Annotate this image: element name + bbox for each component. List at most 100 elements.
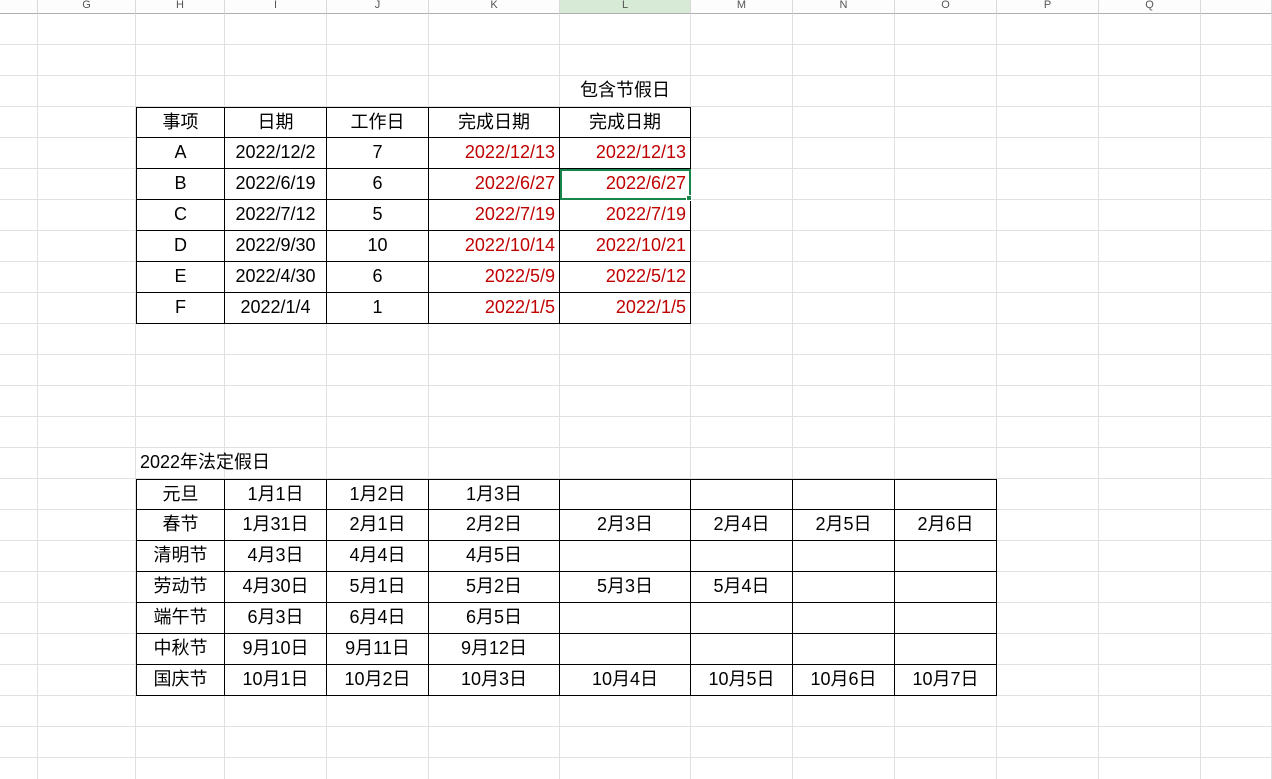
cell[interactable] [1201, 324, 1272, 355]
cell[interactable] [691, 293, 793, 324]
cell[interactable] [997, 541, 1099, 572]
cell[interactable] [429, 448, 560, 479]
cell[interactable] [1099, 355, 1201, 386]
cell[interactable] [1201, 479, 1272, 510]
holiday-date[interactable]: 2月5日 [793, 510, 895, 541]
cell[interactable] [1201, 262, 1272, 293]
cell[interactable] [1201, 572, 1272, 603]
holiday-date[interactable]: 1月3日 [429, 479, 560, 510]
cell[interactable] [38, 448, 136, 479]
cell[interactable] [793, 417, 895, 448]
holiday-date[interactable]: 2月3日 [560, 510, 691, 541]
holiday-date[interactable] [691, 541, 793, 572]
cell[interactable] [895, 448, 997, 479]
tasks-header-item[interactable]: 事项 [136, 107, 225, 138]
cell[interactable] [997, 634, 1099, 665]
cell[interactable] [691, 107, 793, 138]
cell[interactable] [225, 696, 327, 727]
holiday-date[interactable] [560, 603, 691, 634]
cell[interactable] [997, 14, 1099, 45]
cell[interactable] [1099, 541, 1201, 572]
cell[interactable] [793, 45, 895, 76]
cell[interactable] [997, 324, 1099, 355]
task-date[interactable]: 2022/6/19 [225, 169, 327, 200]
task-date[interactable]: 2022/9/30 [225, 231, 327, 262]
cell[interactable] [1099, 76, 1201, 107]
cell[interactable] [691, 200, 793, 231]
cell[interactable] [0, 665, 38, 696]
holiday-date[interactable] [895, 572, 997, 603]
task-complete[interactable]: 2022/12/13 [429, 138, 560, 169]
holiday-date[interactable]: 5月4日 [691, 572, 793, 603]
cell[interactable] [136, 386, 225, 417]
holidays-title[interactable]: 2022年法定假日 [136, 448, 225, 479]
cell[interactable] [0, 76, 38, 107]
col-header-O[interactable]: O [895, 0, 997, 14]
tasks-header-complete[interactable]: 完成日期 [429, 107, 560, 138]
cell[interactable] [997, 386, 1099, 417]
cell[interactable] [997, 603, 1099, 634]
cell[interactable] [895, 45, 997, 76]
cell[interactable] [327, 14, 429, 45]
cell[interactable] [997, 758, 1099, 779]
holiday-date[interactable]: 2月6日 [895, 510, 997, 541]
cell[interactable] [997, 293, 1099, 324]
cell[interactable] [895, 417, 997, 448]
cell[interactable] [0, 45, 38, 76]
cell[interactable] [327, 386, 429, 417]
task-date[interactable]: 2022/7/12 [225, 200, 327, 231]
cell[interactable] [1099, 603, 1201, 634]
cell[interactable] [0, 293, 38, 324]
cell[interactable] [1099, 417, 1201, 448]
cell[interactable] [38, 510, 136, 541]
cell[interactable] [0, 727, 38, 758]
cell[interactable] [0, 479, 38, 510]
cell[interactable] [136, 696, 225, 727]
holiday-date[interactable]: 6月3日 [225, 603, 327, 634]
holiday-date[interactable] [793, 572, 895, 603]
col-header-M[interactable]: M [691, 0, 793, 14]
task-date[interactable]: 2022/12/2 [225, 138, 327, 169]
cell[interactable] [1099, 231, 1201, 262]
cell[interactable] [0, 138, 38, 169]
holiday-date[interactable]: 4月5日 [429, 541, 560, 572]
cell[interactable] [0, 603, 38, 634]
cell[interactable] [38, 262, 136, 293]
cell[interactable] [429, 14, 560, 45]
holiday-date[interactable]: 2月2日 [429, 510, 560, 541]
cell[interactable] [136, 76, 225, 107]
cell[interactable] [0, 634, 38, 665]
spreadsheet-grid[interactable]: G H I J K L M N O P Q 包含节假日事项日期工作日完成日期完成… [0, 0, 1272, 779]
cell[interactable] [0, 355, 38, 386]
cell[interactable] [997, 45, 1099, 76]
cell[interactable] [327, 758, 429, 779]
cell[interactable] [38, 541, 136, 572]
col-header-K[interactable]: K [429, 0, 560, 14]
cell[interactable] [429, 324, 560, 355]
holiday-name[interactable]: 元旦 [136, 479, 225, 510]
cell[interactable] [997, 572, 1099, 603]
tasks-header-workdays[interactable]: 工作日 [327, 107, 429, 138]
cell[interactable] [997, 448, 1099, 479]
cell[interactable] [0, 200, 38, 231]
cell[interactable] [1201, 417, 1272, 448]
cell[interactable] [38, 696, 136, 727]
cell[interactable] [136, 355, 225, 386]
cell[interactable] [327, 45, 429, 76]
holiday-date[interactable]: 1月1日 [225, 479, 327, 510]
col-header-N[interactable]: N [793, 0, 895, 14]
cell[interactable] [997, 665, 1099, 696]
cell[interactable] [38, 479, 136, 510]
cell[interactable] [560, 14, 691, 45]
cell[interactable] [997, 76, 1099, 107]
holiday-name[interactable]: 端午节 [136, 603, 225, 634]
cell[interactable] [793, 758, 895, 779]
holiday-date[interactable]: 1月2日 [327, 479, 429, 510]
holiday-date[interactable] [793, 603, 895, 634]
task-item[interactable]: B [136, 169, 225, 200]
task-workdays[interactable]: 7 [327, 138, 429, 169]
holiday-date[interactable]: 5月2日 [429, 572, 560, 603]
holiday-date[interactable]: 4月4日 [327, 541, 429, 572]
cell[interactable] [1201, 541, 1272, 572]
col-header-P[interactable]: P [997, 0, 1099, 14]
